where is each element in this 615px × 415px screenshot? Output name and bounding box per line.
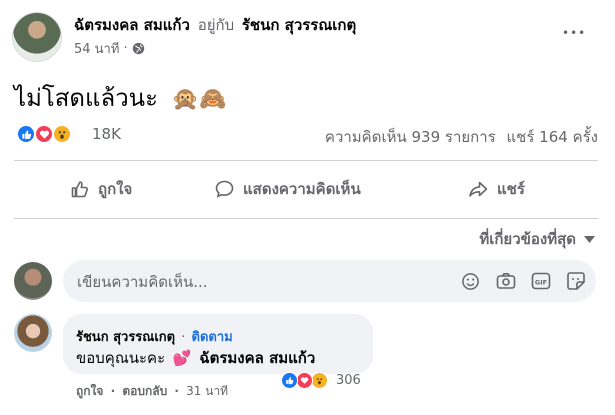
meta-dot: · [123, 41, 128, 56]
comment-reaction-count[interactable]: 306 [333, 373, 364, 388]
commenter-name[interactable]: รัชนก สุวรรณเกตุ [76, 330, 175, 345]
post-text: ไม่โสดแล้วนะ 🙊🙈 [14, 78, 226, 117]
comment-like-button[interactable]: ถูกใจ [76, 384, 103, 398]
post-meta: 54 นาที · [74, 38, 145, 59]
comment-count[interactable]: ความคิดเห็น 939 รายการ [325, 128, 496, 146]
comment-time[interactable]: 31 นาที [186, 384, 228, 398]
commenter-avatar[interactable] [14, 314, 52, 352]
like-label: ถูกใจ [98, 180, 133, 198]
comment-actions-dot-1: · [110, 384, 116, 398]
follow-link[interactable]: ติดตาม [192, 330, 233, 345]
caret-down-icon [584, 235, 595, 243]
comment-reply-button[interactable]: ตอบกลับ [122, 384, 167, 398]
reaction-count[interactable]: 18K [92, 125, 121, 143]
comment-actions: ถูกใจ · ตอบกลับ · 31 นาที [76, 382, 228, 401]
thumbs-up-icon [70, 179, 90, 199]
comment-header-dot: · [181, 330, 186, 345]
comment-text-content: ขอบคุณนะคะ [76, 349, 166, 367]
comment-text: ขอบคุณนะคะ 💕 ฉัตรมงคล สมแก้ว [76, 346, 315, 370]
svg-text:GIF: GIF [535, 279, 547, 287]
sticker-icon[interactable] [566, 271, 586, 291]
share-label: แชร์ [497, 180, 525, 198]
like-reaction-icon[interactable] [16, 124, 36, 144]
wow-reaction-icon[interactable] [52, 124, 72, 144]
divider-top [14, 160, 598, 161]
author-avatar[interactable] [12, 12, 62, 62]
comment-like-reaction-icon[interactable] [281, 372, 298, 389]
tagged-name[interactable]: รัชนก สุวรรณเกตุ [242, 16, 356, 34]
camera-icon[interactable] [496, 271, 516, 291]
author-name[interactable]: ฉัตรมงคล สมแก้ว [74, 16, 190, 34]
comment-bubble-icon [214, 179, 235, 199]
post-time[interactable]: 54 นาที [74, 38, 119, 59]
emoji-icon[interactable] [460, 271, 480, 291]
comment-label: แสดงความคิดเห็น [243, 180, 361, 198]
comment-button[interactable]: แสดงความคิดเห็น [214, 174, 361, 204]
comment-mention[interactable]: ฉัตรมงคล สมแก้ว [199, 349, 315, 367]
post-text-content: ไม่โสดแล้วนะ [14, 84, 158, 112]
comment-sort-label: ที่เกี่ยวข้องที่สุด [479, 230, 576, 248]
gif-icon[interactable]: GIF [531, 271, 551, 291]
comment-heart-emoji: 💕 [172, 349, 192, 367]
more-options-icon[interactable]: ••• [562, 26, 586, 40]
comment-input[interactable] [75, 269, 439, 295]
comment-header: รัชนก สุวรรณเกตุ · ติดตาม [76, 326, 233, 347]
share-button[interactable]: แชร์ [467, 174, 525, 204]
comment-share-stats: ความคิดเห็น 939 รายการ แชร์ 164 ครั้ง [325, 125, 598, 149]
like-button[interactable]: ถูกใจ [70, 174, 132, 204]
comment-input-box[interactable] [63, 260, 596, 302]
share-count[interactable]: แชร์ 164 ครั้ง [507, 128, 599, 146]
comment-love-reaction-icon[interactable] [296, 372, 313, 389]
with-text: อยู่กับ [197, 16, 235, 34]
comment-sort-dropdown[interactable]: ที่เกี่ยวข้องที่สุด [479, 227, 595, 251]
public-globe-icon [132, 42, 145, 55]
current-user-avatar[interactable] [14, 262, 52, 300]
love-reaction-icon[interactable] [34, 124, 54, 144]
post-emoji: 🙊🙈 [171, 87, 227, 112]
divider-bottom [14, 218, 598, 219]
share-arrow-icon [467, 179, 489, 199]
comment-actions-dot-2: · [174, 384, 179, 398]
post-header-line: ฉัตรมงคล สมแก้ว อยู่กับ รัชนก สุวรรณเกตุ [74, 13, 356, 37]
comment-wow-reaction-icon[interactable] [311, 372, 328, 389]
